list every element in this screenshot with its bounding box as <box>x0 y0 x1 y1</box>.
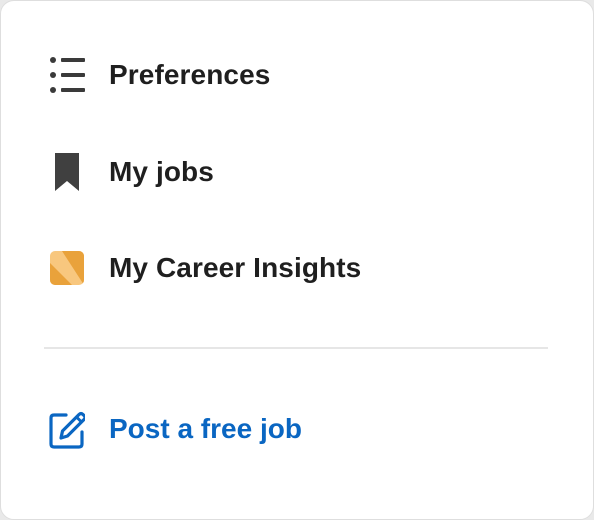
post-free-job-label: Post a free job <box>109 413 302 444</box>
menu-item-label: My Career Insights <box>109 252 362 283</box>
list-icon <box>49 55 85 95</box>
jobs-menu-panel: Preferences My jobs My Career Insights P… <box>0 0 594 520</box>
post-free-job-link[interactable]: Post a free job <box>49 409 302 449</box>
menu-item-label: My jobs <box>109 156 214 187</box>
menu-item-career-insights[interactable]: My Career Insights <box>49 248 361 288</box>
menu-item-my-jobs[interactable]: My jobs <box>49 152 214 192</box>
menu-item-label: Preferences <box>109 59 271 90</box>
menu-divider <box>44 347 548 349</box>
career-insights-icon <box>49 248 85 288</box>
menu-item-preferences[interactable]: Preferences <box>49 55 270 95</box>
bookmark-icon <box>49 152 85 192</box>
edit-icon <box>49 409 85 449</box>
